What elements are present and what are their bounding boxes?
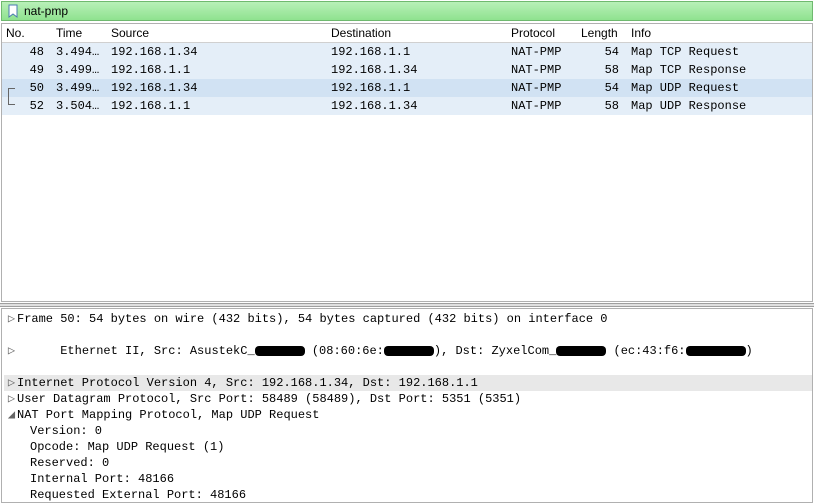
col-header-src[interactable]: Source [107,24,327,43]
cell-no: 52 [2,97,52,115]
cell-len: 58 [577,97,627,115]
packet-row[interactable]: 493.499…192.168.1.1192.168.1.34NAT-PMP58… [2,61,812,79]
packet-row[interactable]: 503.499…192.168.1.34192.168.1.1NAT-PMP54… [2,79,812,97]
bookmark-icon[interactable] [6,4,20,18]
col-header-len[interactable]: Length [577,24,627,43]
cell-proto: NAT-PMP [507,79,577,97]
cell-no: 49 [2,61,52,79]
tree-udp-text: User Datagram Protocol, Src Port: 58489 … [17,391,521,407]
packet-detail-pane[interactable]: ▷ Frame 50: 54 bytes on wire (432 bits),… [1,308,813,503]
cell-time: 3.499… [52,61,107,79]
redacted-mac [255,346,305,356]
tree-nat-version[interactable]: Version: 0 [4,423,812,439]
packet-row[interactable]: 483.494…192.168.1.34192.168.1.1NAT-PMP54… [2,43,812,62]
cell-src: 192.168.1.1 [107,97,327,115]
col-header-dst[interactable]: Destination [327,24,507,43]
cell-len: 54 [577,79,627,97]
packet-row[interactable]: 523.504…192.168.1.1192.168.1.34NAT-PMP58… [2,97,812,115]
redacted-mac [686,346,746,356]
cell-proto: NAT-PMP [507,97,577,115]
redacted-mac [384,346,434,356]
col-header-time[interactable]: Time [52,24,107,43]
packet-header-row[interactable]: No. Time Source Destination Protocol Len… [2,24,812,43]
col-header-info[interactable]: Info [627,24,812,43]
packet-list-pane[interactable]: No. Time Source Destination Protocol Len… [1,23,813,302]
display-filter-bar[interactable] [1,1,813,21]
cell-len: 58 [577,61,627,79]
tree-eth-text: Ethernet II, Src: AsustekC_ (08:60:6e:),… [17,327,753,375]
cell-len: 54 [577,43,627,62]
cell-dst: 192.168.1.34 [327,97,507,115]
cell-proto: NAT-PMP [507,61,577,79]
cell-dst: 192.168.1.34 [327,61,507,79]
cell-time: 3.504… [52,97,107,115]
cell-proto: NAT-PMP [507,43,577,62]
cell-time: 3.494… [52,43,107,62]
cell-dst: 192.168.1.1 [327,43,507,62]
collapse-icon[interactable]: ◢ [6,407,17,423]
expand-icon[interactable]: ▷ [6,391,17,407]
cell-no: 48 [2,43,52,62]
tree-frame-text: Frame 50: 54 bytes on wire (432 bits), 5… [17,311,608,327]
cell-info: Map TCP Response [627,61,812,79]
pane-divider[interactable] [0,303,814,307]
cell-time: 3.499… [52,79,107,97]
col-header-no[interactable]: No. [2,24,52,43]
cell-no: 50 [2,79,52,97]
tree-natpmp[interactable]: ◢ NAT Port Mapping Protocol, Map UDP Req… [4,407,812,423]
tree-ip-text: Internet Protocol Version 4, Src: 192.16… [17,375,478,391]
tree-nat-intport[interactable]: Internal Port: 48166 [4,471,812,487]
cell-src: 192.168.1.34 [107,79,327,97]
expand-icon[interactable]: ▷ [6,311,17,327]
cell-src: 192.168.1.1 [107,61,327,79]
tree-nat-text: NAT Port Mapping Protocol, Map UDP Reque… [17,407,319,423]
cell-dst: 192.168.1.1 [327,79,507,97]
tree-nat-reserved[interactable]: Reserved: 0 [4,455,812,471]
tree-frame[interactable]: ▷ Frame 50: 54 bytes on wire (432 bits),… [4,311,812,327]
tree-ip[interactable]: ▷ Internet Protocol Version 4, Src: 192.… [4,375,812,391]
redacted-mac [556,346,606,356]
tree-udp[interactable]: ▷ User Datagram Protocol, Src Port: 5848… [4,391,812,407]
tree-ethernet[interactable]: ▷ Ethernet II, Src: AsustekC_ (08:60:6e:… [4,327,812,375]
cell-info: Map TCP Request [627,43,812,62]
col-header-proto[interactable]: Protocol [507,24,577,43]
cell-info: Map UDP Request [627,79,812,97]
display-filter-input[interactable] [24,4,808,18]
expand-icon[interactable]: ▷ [6,375,17,391]
tree-nat-extport[interactable]: Requested External Port: 48166 [4,487,812,503]
tree-nat-opcode[interactable]: Opcode: Map UDP Request (1) [4,439,812,455]
cell-src: 192.168.1.34 [107,43,327,62]
cell-info: Map UDP Response [627,97,812,115]
expand-icon[interactable]: ▷ [6,343,17,359]
packet-table: No. Time Source Destination Protocol Len… [2,24,812,115]
